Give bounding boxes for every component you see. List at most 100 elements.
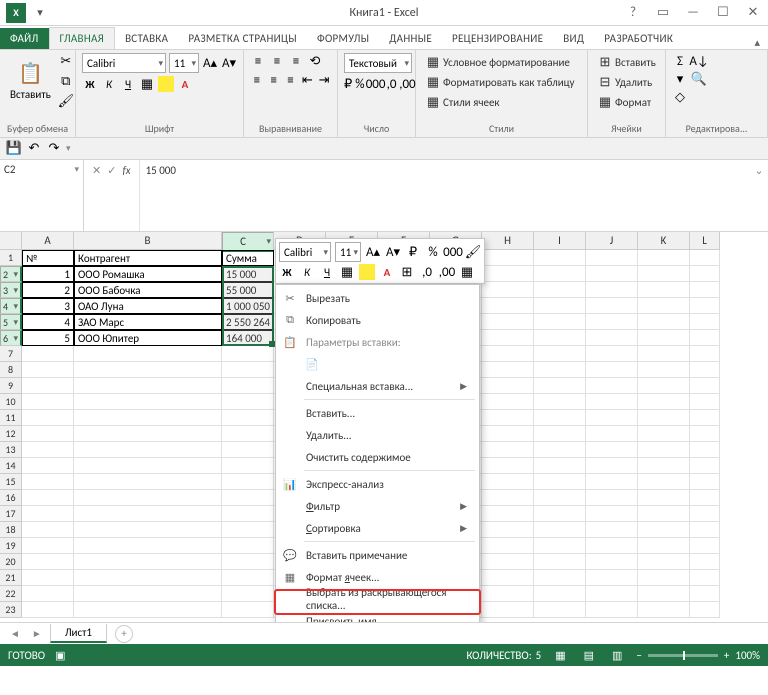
cell[interactable] (586, 442, 638, 458)
dec-dec-icon[interactable]: ,00 (399, 76, 415, 92)
cell[interactable] (586, 250, 638, 266)
cell[interactable] (586, 506, 638, 522)
col-header-K[interactable]: K (638, 232, 690, 250)
zoom-value[interactable]: 100% (735, 649, 760, 662)
sort-icon[interactable]: A↓ (691, 53, 707, 69)
cell[interactable] (534, 442, 586, 458)
fill-color-button[interactable] (158, 76, 174, 92)
cell[interactable] (534, 490, 586, 506)
row-header-3[interactable]: 3 (0, 282, 22, 298)
cell[interactable] (534, 506, 586, 522)
cell[interactable] (638, 474, 690, 490)
cell[interactable]: ООО Ромашка (74, 266, 222, 282)
mini-percent-icon[interactable]: % (425, 244, 441, 260)
cell[interactable] (586, 378, 638, 394)
ctx-dropdown-list[interactable]: Выбрать из раскрывающегося списка... (276, 588, 479, 610)
mini-font-select[interactable]: Calibri (279, 242, 331, 262)
mini-underline-icon[interactable]: Ч (319, 264, 335, 280)
col-header-A[interactable]: A (22, 232, 74, 250)
cell[interactable] (638, 314, 690, 330)
expand-formula-icon[interactable]: ⌄ (750, 160, 768, 231)
ctx-insert[interactable]: Вставить... (276, 402, 479, 424)
col-header-J[interactable]: J (586, 232, 638, 250)
row-header-18[interactable]: 18 (0, 522, 22, 538)
cell[interactable] (482, 506, 534, 522)
cell[interactable] (22, 410, 74, 426)
cell[interactable] (22, 522, 74, 538)
cell[interactable] (222, 586, 274, 602)
cell[interactable] (534, 346, 586, 362)
cell[interactable] (482, 298, 534, 314)
find-icon[interactable]: 🔍 (691, 71, 707, 87)
cell[interactable] (74, 362, 222, 378)
tab-insert[interactable]: ВСТАВКА (115, 28, 178, 49)
shrink-font-icon[interactable]: A▾ (221, 55, 237, 71)
cell[interactable] (222, 490, 274, 506)
cell[interactable] (482, 266, 534, 282)
cell[interactable] (22, 378, 74, 394)
col-header-C[interactable]: C (222, 232, 274, 252)
row-header-12[interactable]: 12 (0, 426, 22, 442)
row-header-10[interactable]: 10 (0, 394, 22, 410)
cell[interactable] (586, 298, 638, 314)
cell[interactable] (534, 250, 586, 266)
grow-font-icon[interactable]: A▴ (202, 55, 218, 71)
cell[interactable] (482, 602, 534, 618)
cell[interactable] (74, 538, 222, 554)
mini-toolbar[interactable]: Calibri 11 A▴ A▾ ₽ % 000 🖌 Ж К Ч ▦ A ⊞ ,… (275, 238, 485, 284)
cell[interactable]: 1 (22, 266, 74, 282)
cell[interactable] (482, 410, 534, 426)
cell[interactable] (222, 362, 274, 378)
percent-icon[interactable]: % (355, 76, 364, 92)
cell[interactable] (74, 570, 222, 586)
cell[interactable] (638, 538, 690, 554)
row-header-2[interactable]: 2 (0, 266, 22, 282)
cell[interactable] (74, 522, 222, 538)
format-painter-icon[interactable]: 🖌 (58, 93, 74, 109)
cell[interactable] (638, 298, 690, 314)
cell[interactable] (690, 586, 720, 602)
cell[interactable] (638, 490, 690, 506)
row-header-11[interactable]: 11 (0, 410, 22, 426)
font-name-select[interactable]: Calibri (82, 53, 166, 73)
cell[interactable] (690, 426, 720, 442)
cell[interactable] (482, 394, 534, 410)
mini-grow-icon[interactable]: A▴ (365, 244, 381, 260)
view-normal-icon[interactable]: ▦ (551, 649, 569, 662)
cell[interactable] (22, 394, 74, 410)
mini-merge-icon[interactable]: ⊞ (399, 264, 415, 280)
cell[interactable] (534, 602, 586, 618)
fill-icon[interactable]: ▾ (672, 71, 688, 87)
cell[interactable] (222, 426, 274, 442)
cell[interactable] (22, 506, 74, 522)
ctx-format-cells[interactable]: ▦Формат ячеек... (276, 566, 479, 588)
cell[interactable] (638, 330, 690, 346)
cell[interactable] (690, 394, 720, 410)
cell[interactable] (222, 394, 274, 410)
cell[interactable] (638, 522, 690, 538)
row-header-4[interactable]: 4 (0, 298, 22, 314)
mini-format-painter-icon[interactable]: 🖌 (465, 244, 481, 260)
cell[interactable] (74, 378, 222, 394)
ctx-comment[interactable]: 💬Вставить примечание (276, 544, 479, 566)
sheet-nav-prev[interactable]: ◄ (6, 627, 24, 640)
cell[interactable] (22, 570, 74, 586)
cell[interactable] (690, 250, 720, 266)
cell[interactable] (482, 474, 534, 490)
ctx-define-name[interactable]: Присвоить имя... (276, 610, 479, 622)
cell[interactable] (638, 346, 690, 362)
cell[interactable] (586, 586, 638, 602)
indent-dec-icon[interactable]: ⇤ (300, 72, 314, 88)
align-top-icon[interactable]: ≡ (250, 53, 266, 69)
cell[interactable] (638, 442, 690, 458)
cell[interactable] (638, 586, 690, 602)
close-button[interactable]: ✕ (738, 0, 768, 26)
cell[interactable] (482, 346, 534, 362)
row-header-17[interactable]: 17 (0, 506, 22, 522)
cell[interactable] (638, 378, 690, 394)
cell[interactable] (222, 522, 274, 538)
cell[interactable] (482, 570, 534, 586)
mini-bold-icon[interactable]: Ж (279, 264, 295, 280)
cell[interactable]: 164 000 (222, 330, 274, 346)
cell[interactable] (22, 586, 74, 602)
